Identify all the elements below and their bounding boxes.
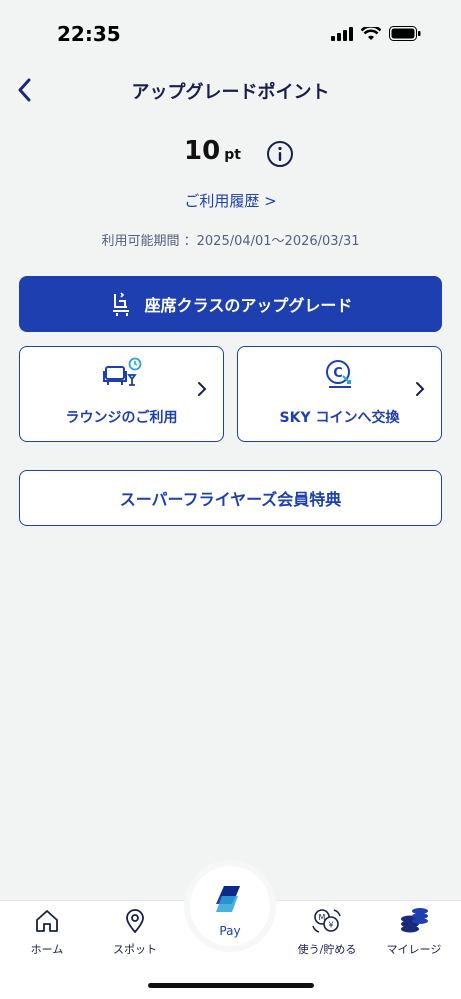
chevron-right-icon	[416, 382, 425, 396]
status-time: 22:35	[57, 22, 121, 46]
status-icons	[331, 26, 421, 41]
location-pin-icon	[126, 909, 144, 934]
points-display: 10 pt	[0, 136, 461, 172]
tab-use-earn[interactable]: M ¥ 使う/貯める	[287, 907, 367, 967]
seat-upgrade-label: 座席クラスのアップグレード	[144, 296, 353, 315]
points-unit: pt	[224, 147, 241, 163]
super-flyers-benefits-button[interactable]: スーパーフライヤーズ会員特典	[19, 470, 442, 526]
signal-icon	[331, 26, 353, 41]
tab-use-earn-label: 使う/貯める	[297, 943, 357, 956]
svg-text:C: C	[333, 366, 343, 381]
sky-coin-label: SKY コインへ交換	[279, 410, 400, 426]
lounge-icon	[102, 357, 141, 386]
lounge-label: ラウンジのご利用	[65, 410, 178, 426]
exchange-icon: M ¥	[312, 909, 341, 933]
tab-spot-label: スポット	[113, 943, 157, 956]
home-icon	[36, 910, 58, 932]
tab-pay-label: Pay	[219, 924, 241, 938]
mileage-coins-icon	[401, 908, 428, 933]
wifi-icon	[361, 26, 381, 40]
tab-mileage[interactable]: マイレージ	[374, 907, 454, 967]
usage-history-link[interactable]: ご利用履歴 >	[0, 190, 461, 211]
header: アップグレードポイント	[0, 70, 461, 110]
status-bar: 22:35	[0, 0, 461, 70]
sky-coin-icon: C	[325, 360, 351, 388]
tab-spot[interactable]: スポット	[95, 907, 175, 967]
tab-home-label: ホーム	[30, 943, 64, 956]
sky-coin-card[interactable]: C SKY コインへ交換	[237, 346, 442, 442]
points-value: 10	[184, 136, 221, 166]
super-flyers-label: スーパーフライヤーズ会員特典	[119, 490, 342, 509]
info-icon[interactable]	[266, 140, 294, 168]
page-title: アップグレードポイント	[131, 82, 330, 103]
valid-period: 利用可能期間 ：2025/04/01～2026/03/31	[101, 234, 360, 249]
tab-home[interactable]: ホーム	[7, 907, 87, 967]
chevron-right-icon	[198, 382, 207, 396]
tab-pay[interactable]: Pay	[190, 866, 270, 946]
seat-upgrade-button[interactable]: 座席クラスのアップグレード	[19, 276, 442, 332]
svg-text:¥: ¥	[328, 921, 333, 930]
pay-logo-icon	[216, 886, 240, 912]
home-indicator	[148, 983, 314, 988]
lounge-card[interactable]: ラウンジのご利用	[19, 346, 224, 442]
seat-upgrade-icon	[112, 292, 129, 316]
tab-mileage-label: マイレージ	[386, 943, 442, 956]
battery-icon	[389, 26, 421, 41]
